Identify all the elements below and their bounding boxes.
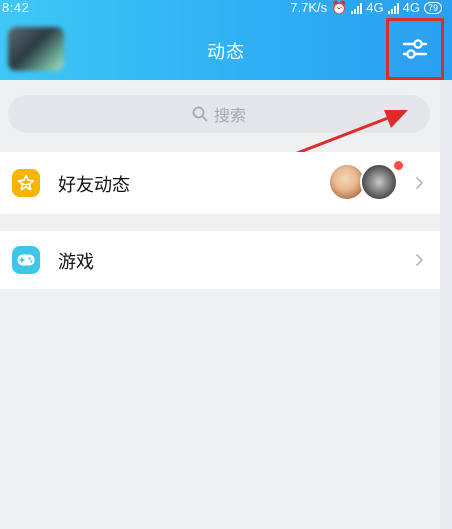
network-speed: 7.7K/s	[290, 0, 328, 15]
header-bar: 8:42 7.7K/s ⏰ 4G 4G 79 动态	[0, 0, 452, 80]
new-notification-dot	[394, 161, 403, 170]
signal-icon	[351, 2, 363, 14]
search-placeholder: 搜索	[213, 106, 246, 125]
sliders-icon	[402, 39, 428, 59]
list-item-games[interactable]: 游戏	[0, 231, 440, 289]
chevron-right-icon	[416, 177, 423, 189]
settings-button[interactable]	[386, 18, 444, 80]
signal-icon	[387, 2, 399, 14]
list-item-label: 游戏	[58, 252, 94, 273]
network-type-2: 4G	[402, 0, 420, 15]
status-indicators: 7.7K/s ⏰ 4G 4G 79	[290, 0, 442, 16]
friend-avatar	[360, 163, 398, 201]
status-time: 8:42	[2, 0, 30, 15]
list-item-friends-feed[interactable]: 好友动态	[0, 152, 440, 214]
gamepad-icon	[12, 246, 40, 274]
list-item-label: 好友动态	[58, 175, 130, 196]
right-edge	[440, 80, 452, 529]
battery-icon: 79	[423, 2, 442, 14]
dynamic-page: 8:42 7.7K/s ⏰ 4G 4G 79 动态 搜索 好友动态 游戏	[0, 0, 452, 529]
alarm-icon: ⏰	[331, 0, 348, 15]
search-icon	[192, 106, 208, 122]
status-bar: 8:42 7.7K/s ⏰ 4G 4G 79	[0, 0, 452, 16]
friend-avatars	[328, 161, 404, 203]
page-title: 动态	[207, 42, 245, 63]
chevron-right-icon	[416, 254, 423, 266]
star-icon	[12, 169, 40, 197]
network-type-1: 4G	[366, 0, 384, 15]
